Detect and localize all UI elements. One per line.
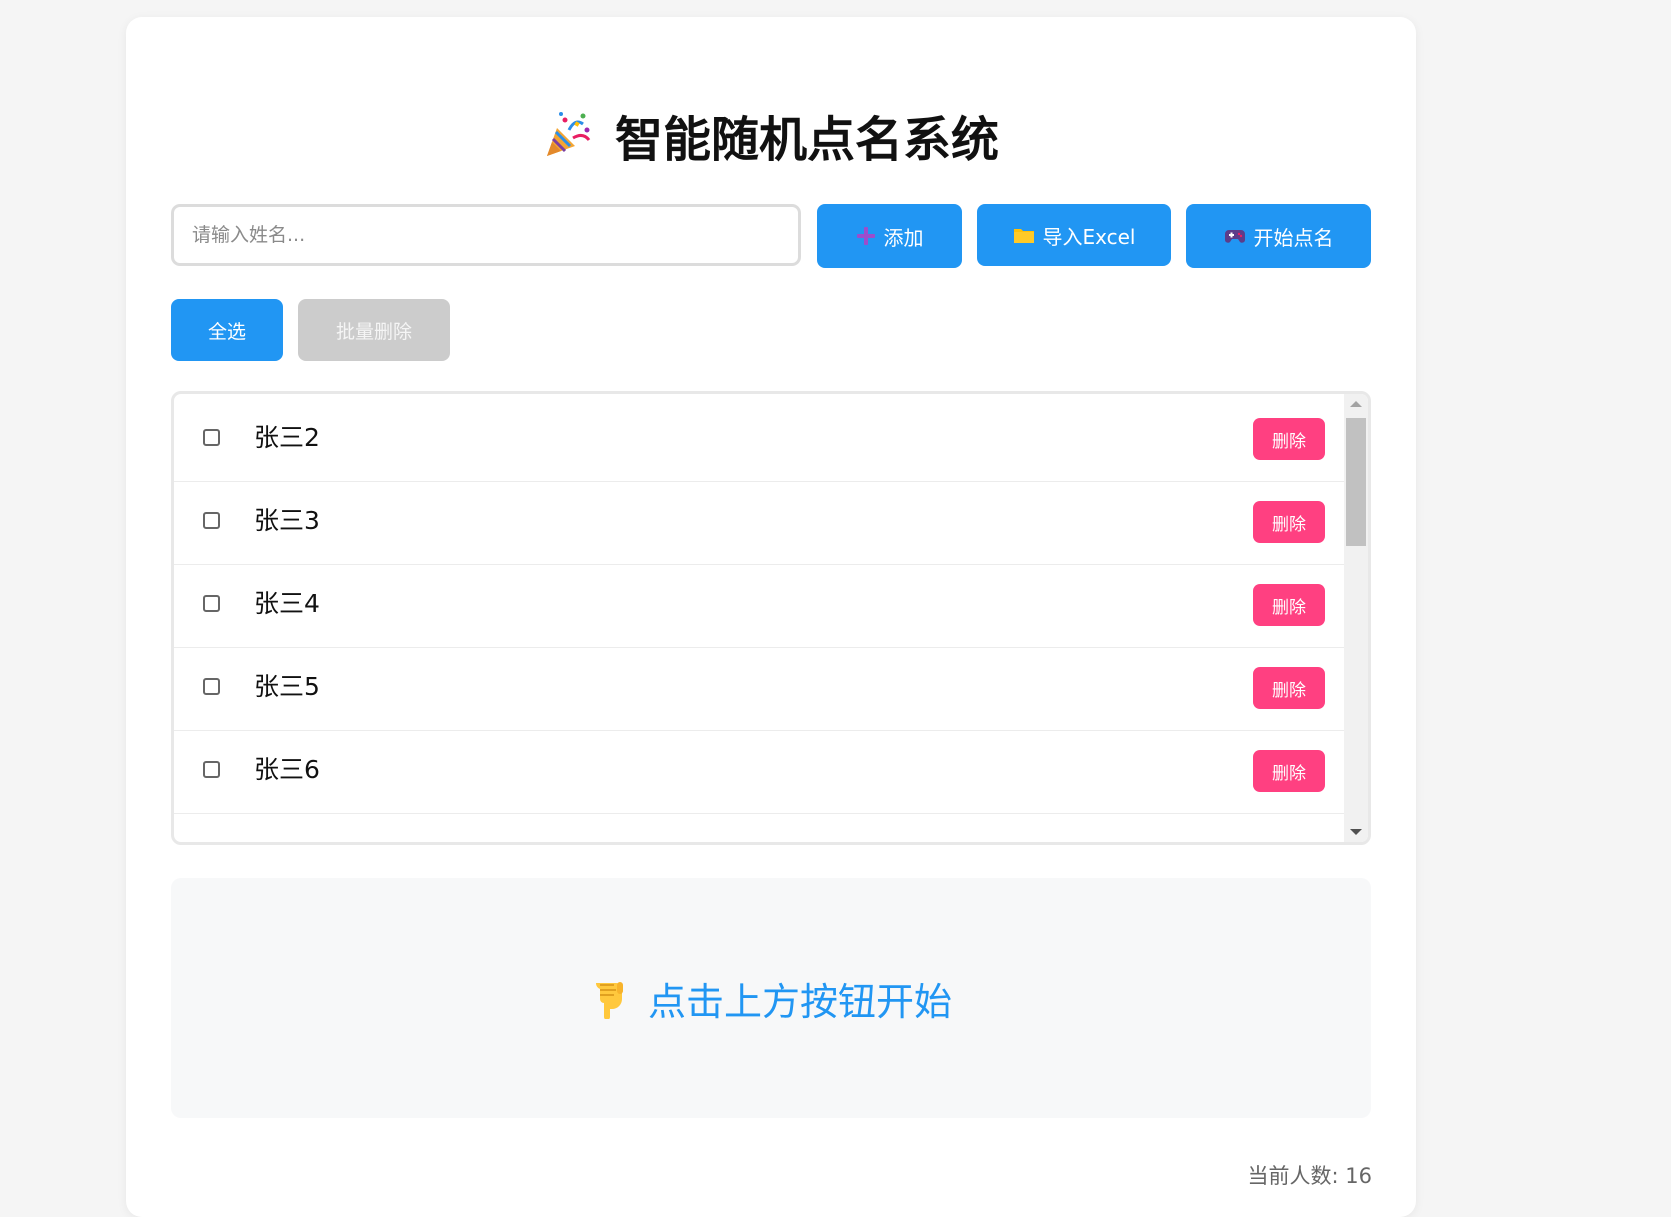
pointing-down-hand-icon (595, 982, 623, 1019)
result-prompt: 点击上方按钮开始 (647, 979, 952, 1024)
select-all-label: 全选 (207, 320, 246, 343)
batch-delete-button[interactable]: 批量删除 (298, 299, 450, 361)
delete-button[interactable]: 删除 (1253, 667, 1325, 709)
main-card: 智能随机点名系统 添加 导入Excel 开始点名 全选 批量删除 (126, 17, 1416, 1217)
app-title-text: 智能随机点名系统 (614, 112, 999, 168)
item-checkbox[interactable] (203, 429, 220, 446)
delete-button[interactable]: 删除 (1253, 750, 1325, 792)
list-item: 张三6 删除 (174, 726, 1347, 814)
import-excel-button[interactable]: 导入Excel (977, 204, 1171, 266)
headcount-label: 当前人数: 16 (1247, 1164, 1372, 1188)
batch-delete-label: 批量删除 (335, 320, 412, 343)
select-all-button[interactable]: 全选 (171, 299, 283, 361)
plus-icon (856, 227, 875, 245)
import-excel-label: 导入Excel (1042, 224, 1136, 249)
folder-icon (1013, 229, 1034, 243)
item-name: 张三4 (254, 589, 320, 618)
party-popper-icon (546, 112, 591, 156)
item-checkbox[interactable] (203, 761, 220, 778)
list-scrollbar[interactable] (1344, 394, 1368, 842)
scroll-up-arrow-icon[interactable] (1350, 401, 1362, 407)
delete-button[interactable]: 删除 (1253, 418, 1325, 460)
start-rollcall-label: 开始点名 (1253, 225, 1334, 250)
add-button-label: 添加 (883, 225, 924, 250)
item-name: 张三6 (254, 755, 320, 784)
item-checkbox[interactable] (203, 595, 220, 612)
name-list: 张三2 删除 张三3 删除 张三4 删除 张三5 删除 张三6 删除 (171, 391, 1371, 845)
delete-button[interactable]: 删除 (1253, 584, 1325, 626)
start-rollcall-button[interactable]: 开始点名 (1186, 204, 1371, 268)
item-checkbox[interactable] (203, 512, 220, 529)
page-title: 智能随机点名系统 (126, 95, 1416, 175)
scroll-down-arrow-icon[interactable] (1350, 829, 1362, 835)
result-display: 点击上方按钮开始 (171, 878, 1371, 1118)
name-input[interactable] (171, 204, 801, 266)
list-item: 张三3 删除 (174, 477, 1347, 565)
list-item: 张三5 删除 (174, 643, 1347, 731)
item-name: 张三5 (254, 672, 320, 701)
scrollbar-thumb[interactable] (1346, 418, 1366, 546)
list-item: 张三4 删除 (174, 560, 1347, 648)
game-controller-icon (1224, 230, 1245, 243)
add-button[interactable]: 添加 (817, 204, 962, 268)
delete-button[interactable]: 删除 (1253, 501, 1325, 543)
item-name: 张三2 (254, 423, 320, 452)
item-name: 张三3 (254, 506, 320, 535)
name-list-items: 张三2 删除 张三3 删除 张三4 删除 张三5 删除 张三6 删除 (174, 394, 1347, 842)
list-item: 张三2 删除 (174, 394, 1347, 482)
item-checkbox[interactable] (203, 678, 220, 695)
